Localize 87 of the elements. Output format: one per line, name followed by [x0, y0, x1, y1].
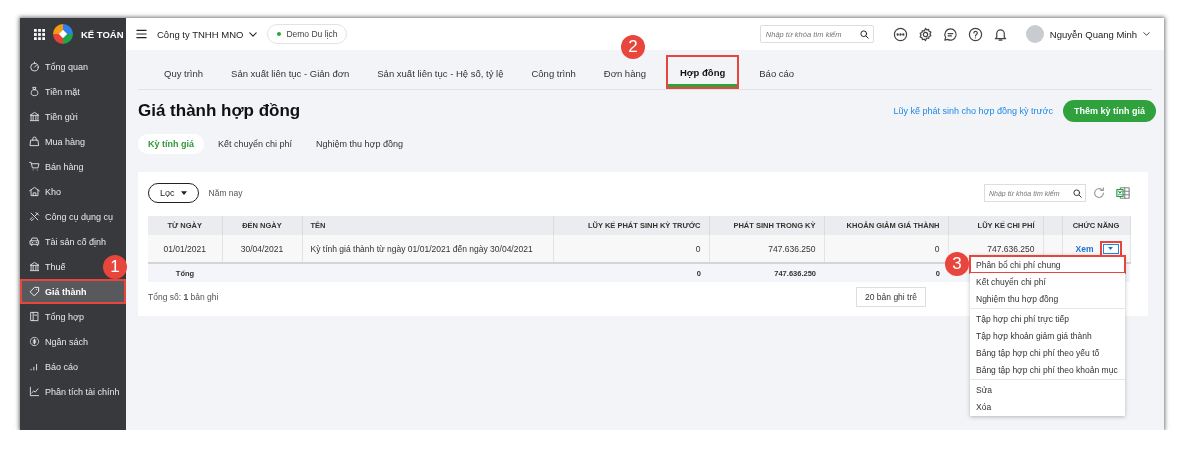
filter-button[interactable]: Lọc: [148, 183, 199, 203]
line-chart-icon: [29, 386, 40, 397]
chevron-down-icon: [1143, 32, 1150, 36]
sidebar-item[interactable]: Tài sản cố định: [20, 229, 109, 254]
sidebar-item[interactable]: Báo cáo: [20, 354, 81, 379]
sidebar-item[interactable]: Tiền mặt: [20, 79, 82, 104]
menu-item[interactable]: Sửa: [970, 381, 1125, 398]
table-cell: 0: [824, 235, 948, 263]
sidebar-item[interactable]: Tổng hợp: [20, 304, 86, 329]
app-logo-icon: [53, 24, 73, 44]
menu-item[interactable]: Nghiệm thu hợp đồng: [970, 290, 1125, 307]
chevron-down-icon: [249, 31, 258, 37]
tab[interactable]: Hợp đồng: [666, 55, 740, 89]
sidebar-item[interactable]: Công cụ dụng cụ: [20, 204, 116, 229]
app-grid-icon: [34, 28, 45, 40]
table-cell: 01/01/2021: [148, 235, 222, 263]
money-bag-icon: [29, 86, 40, 97]
settings-icon: [917, 26, 933, 42]
tab[interactable]: Sản xuất liên tục - Hệ số, tỷ lệ: [363, 57, 518, 89]
more-button[interactable]: [892, 26, 908, 42]
page-title: Giá thành hợp đồng: [138, 101, 302, 121]
bell-icon: [992, 26, 1008, 42]
period-label: Năm nay: [208, 188, 244, 198]
sidebar-item[interactable]: Tổng quan: [20, 54, 91, 79]
help-icon: [967, 26, 983, 42]
tab[interactable]: Quy trình: [150, 57, 218, 89]
book-icon: [29, 311, 40, 322]
previous-contracts-link[interactable]: Lũy kế phát sinh cho hợp đồng kỳ trước: [893, 106, 1053, 116]
table-cell: 747.636.250: [709, 235, 824, 263]
tab[interactable]: Đơn hàng: [589, 57, 660, 89]
chat-icon: [942, 26, 958, 42]
sidebar-item[interactable]: Kho: [20, 179, 63, 204]
menu-icon: [136, 29, 147, 39]
sidebar-item[interactable]: Tiền gửi: [20, 104, 80, 129]
tools-icon: [29, 211, 40, 222]
sidebar-item[interactable]: Ngân sách: [20, 329, 91, 354]
sidebar-item[interactable]: Mua hàng: [20, 129, 88, 154]
bank-icon: [29, 111, 40, 122]
user-menu[interactable]: Nguyễn Quang Minh: [1025, 25, 1150, 43]
more-icon: [892, 26, 908, 42]
cart-icon: [29, 161, 40, 172]
sub-tab[interactable]: Kỳ tính giá: [138, 134, 204, 154]
caret-down-icon: [1108, 247, 1113, 250]
shopping-bag-icon: [29, 136, 40, 147]
chat-button[interactable]: [942, 26, 958, 42]
sub-tab[interactable]: Kết chuyển chi phí: [208, 134, 303, 154]
excel-export-button[interactable]: [1116, 186, 1130, 200]
spreadsheet-icon: [1116, 186, 1130, 200]
tab[interactable]: Công trình: [517, 57, 590, 89]
table-cell: 0: [553, 235, 709, 263]
bank-icon: [29, 261, 40, 272]
tag-icon: [29, 286, 40, 297]
avatar-icon: [1025, 25, 1044, 43]
tab[interactable]: Báo cáo: [745, 57, 809, 89]
sidebar-item[interactable]: Thuế: [20, 254, 68, 279]
warehouse-icon: [29, 186, 40, 197]
menu-item[interactable]: Tập hợp khoản giảm giá thành: [970, 327, 1125, 344]
view-link[interactable]: Xem: [1075, 243, 1094, 254]
refresh-icon: [1092, 186, 1106, 200]
menu-item[interactable]: Tập hợp chi phí trực tiếp: [970, 310, 1125, 327]
bell-button[interactable]: [992, 26, 1008, 42]
dollar-circle-icon: [29, 336, 40, 347]
help-button[interactable]: [967, 26, 983, 42]
table-cell: 30/04/2021: [222, 235, 302, 263]
sidebar-item[interactable]: Giá thành: [20, 279, 126, 304]
bar-chart-icon: [29, 361, 40, 372]
gauge-icon: [29, 61, 40, 72]
sub-tab[interactable]: Nghiệm thu hợp đồng: [306, 134, 414, 154]
menu-item[interactable]: Xóa: [970, 398, 1125, 415]
app-name: KẾ TOÁN: [81, 28, 124, 40]
step-number-badge: 2: [621, 35, 645, 59]
row-actions-dropdown-button[interactable]: [1099, 240, 1122, 257]
refresh-button[interactable]: [1092, 186, 1106, 200]
record-count: Tổng số: 1 bản ghi: [148, 292, 219, 302]
menu-item[interactable]: Phân bổ chi phí chung: [970, 256, 1125, 273]
sidebar-item[interactable]: Phân tích tài chính: [20, 379, 122, 404]
menu-item[interactable]: Bảng tập hợp chi phí theo khoản mục: [970, 361, 1125, 378]
settings-button[interactable]: [917, 26, 933, 42]
company-selector[interactable]: Công ty TNHH MNO: [157, 28, 258, 40]
menu-item[interactable]: Bảng tập hợp chi phí theo yếu tố: [970, 344, 1125, 361]
caret-down-icon: [180, 191, 187, 195]
page-size-selector[interactable]: 20 bản ghi trê: [856, 287, 926, 307]
car-icon: [29, 236, 40, 247]
table-cell: Kỳ tính giá thành từ ngày 01/01/2021 đến ngày 30/04/2021: [302, 235, 553, 263]
sidebar-item[interactable]: Bán hàng: [20, 154, 86, 179]
menu-item[interactable]: Kết chuyển chi phí: [970, 273, 1125, 290]
tab[interactable]: Sản xuất liên tục - Giản đơn: [217, 57, 364, 89]
